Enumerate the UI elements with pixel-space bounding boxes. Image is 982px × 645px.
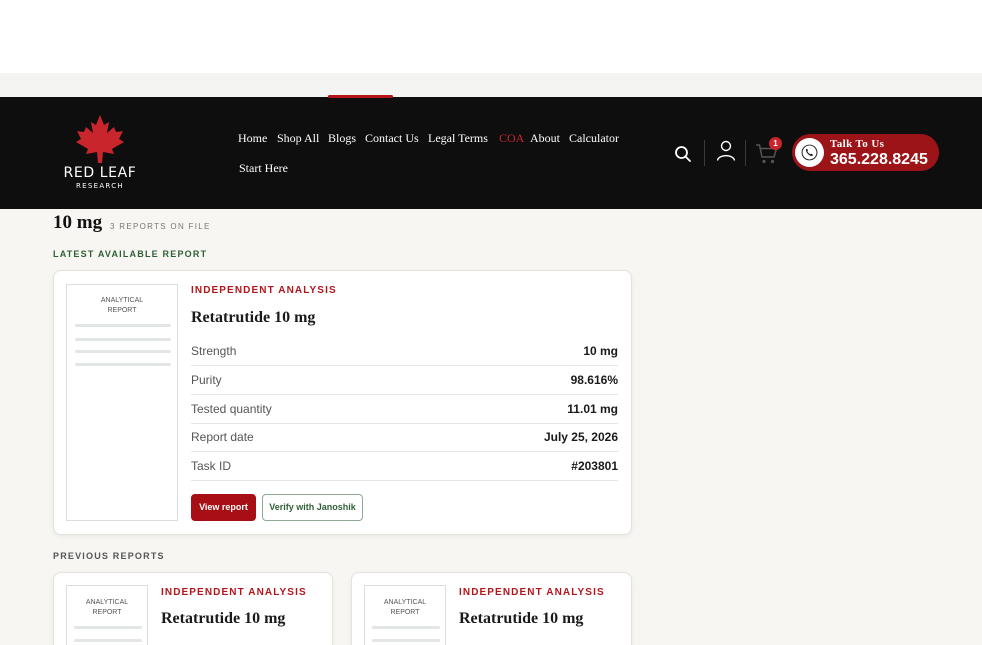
previous-reports-label: PREVIOUS REPORTS <box>53 551 165 561</box>
top-whitespace <box>0 0 982 73</box>
report-thumbnail[interactable]: ANALYTICAL REPORT <box>364 585 446 645</box>
thumb-line <box>372 639 440 642</box>
nav-legal-terms[interactable]: Legal Terms <box>428 131 488 146</box>
spec-label: Purity <box>191 373 222 387</box>
thumb-text-report: REPORT <box>107 307 137 314</box>
nav-coa[interactable]: COA <box>499 131 524 146</box>
spec-row-strength: Strength 10 mg <box>191 337 618 366</box>
spec-row-task-id: Task ID #203801 <box>191 452 618 481</box>
report-thumbnail[interactable]: ANALYTICAL REPORT <box>66 585 148 645</box>
spec-row-purity: Purity 98.616% <box>191 366 618 395</box>
spec-label: Tested quantity <box>191 402 272 416</box>
header-accent-bar <box>328 95 393 98</box>
spec-label: Report date <box>191 430 254 444</box>
spec-value: #203801 <box>571 459 618 473</box>
spec-value: July 25, 2026 <box>543 430 618 444</box>
phone-icon <box>801 144 818 161</box>
report-thumbnail[interactable]: ANALYTICAL REPORT <box>66 284 178 521</box>
thumb-line <box>372 626 440 629</box>
strength-heading: 10 mg <box>53 212 103 233</box>
logo-title: RED LEAF <box>63 165 137 181</box>
thumb-line <box>74 639 142 642</box>
card-eyebrow: INDEPENDENT ANALYSIS <box>459 587 605 598</box>
nav-home[interactable]: Home <box>238 131 267 146</box>
talk-to-us-button[interactable]: Talk To Us 365.228.8245 <box>792 134 939 171</box>
verify-janoshik-button[interactable]: Verify with Janoshik <box>262 494 363 521</box>
nav-contact-us[interactable]: Contact Us <box>365 131 419 146</box>
logo-tagline: RESEARCH <box>75 182 124 190</box>
reports-count: 3 REPORTS ON FILE <box>110 222 211 231</box>
cart-count-badge: 1 <box>769 137 782 150</box>
nav-about[interactable]: About <box>530 131 560 146</box>
thumb-text-analytical: ANALYTICAL <box>85 599 129 606</box>
nav-shop-all[interactable]: Shop All <box>277 131 319 146</box>
card-eyebrow: INDEPENDENT ANALYSIS <box>161 587 307 598</box>
thumb-line <box>75 338 171 341</box>
latest-report-label: LATEST AVAILABLE REPORT <box>53 249 208 259</box>
card-eyebrow: INDEPENDENT ANALYSIS <box>191 285 337 296</box>
thumb-text-analytical: ANALYTICAL <box>100 297 144 304</box>
header-divider <box>704 140 705 166</box>
phone-number: 365.228.8245 <box>830 151 928 168</box>
thumb-line <box>75 324 171 327</box>
spec-label: Strength <box>191 344 237 358</box>
spec-value: 98.616% <box>570 373 618 387</box>
spec-row-tested-quantity: Tested quantity 11.01 mg <box>191 395 618 424</box>
talk-to-us-label: Talk To Us <box>830 138 885 150</box>
card-title: Retatrutide 10 mg <box>191 309 316 326</box>
top-strip <box>0 73 982 97</box>
card-title: Retatrutide 10 mg <box>161 610 286 627</box>
phone-icon-circle <box>795 138 824 167</box>
thumb-text-report: REPORT <box>390 609 420 616</box>
site-logo[interactable]: RED LEAF RESEARCH <box>58 112 142 194</box>
spec-label: Task ID <box>191 459 232 473</box>
spec-value: 11.01 mg <box>567 402 618 416</box>
thumb-line <box>75 350 171 353</box>
view-report-button[interactable]: View report <box>191 494 256 521</box>
thumb-text-report: REPORT <box>92 609 122 616</box>
header-divider <box>745 140 746 166</box>
spec-value: 10 mg <box>583 344 618 358</box>
thumb-line <box>74 626 142 629</box>
thumb-text-analytical: ANALYTICAL <box>383 599 427 606</box>
thumb-line <box>75 363 171 366</box>
card-title: Retatrutide 10 mg <box>459 610 584 627</box>
nav-calculator[interactable]: Calculator <box>569 131 619 146</box>
spec-row-report-date: Report date July 25, 2026 <box>191 423 618 452</box>
nav-blogs[interactable]: Blogs <box>328 131 356 146</box>
search-icon[interactable] <box>674 145 692 168</box>
user-icon[interactable] <box>716 140 736 167</box>
nav-start-here[interactable]: Start Here <box>239 161 288 176</box>
maple-leaf-icon <box>76 115 124 163</box>
